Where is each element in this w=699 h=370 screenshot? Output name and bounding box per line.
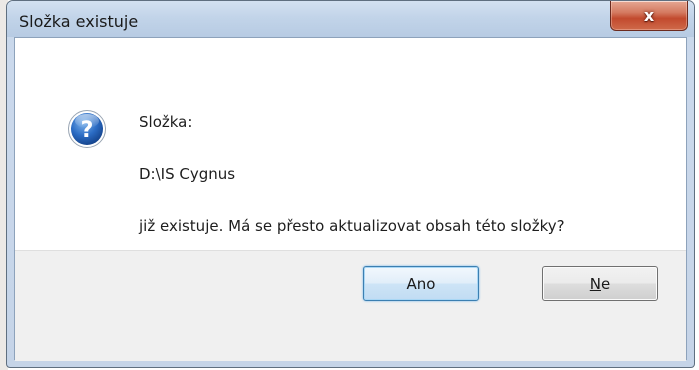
dialog-client-area: ? Složka: D:\IS Cygnus již existuje. Má … [14, 37, 687, 361]
question-glyph: ? [81, 118, 94, 143]
no-button-label-rest: e [601, 274, 611, 293]
no-button[interactable]: Ne [542, 266, 658, 301]
message-box-window: Složka existuje x ? Složka: D:\IS Cygnus… [6, 0, 695, 368]
no-button-label: Ne [590, 275, 610, 293]
no-button-accelerator: N [589, 274, 601, 293]
message-panel: ? Složka: D:\IS Cygnus již existuje. Má … [15, 38, 686, 250]
window-title: Složka existuje [19, 12, 139, 31]
title-bar[interactable]: Složka existuje x [7, 1, 694, 37]
yes-button-label: Ano [406, 274, 436, 293]
folder-label: Složka: [139, 113, 193, 131]
update-question: již existuje. Má se přesto aktualizovat … [139, 217, 565, 235]
close-icon: x [643, 6, 655, 25]
yes-button[interactable]: Ano [363, 266, 479, 301]
close-button[interactable]: x [610, 1, 688, 31]
question-icon: ? [68, 110, 106, 148]
folder-path: D:\IS Cygnus [139, 165, 236, 183]
